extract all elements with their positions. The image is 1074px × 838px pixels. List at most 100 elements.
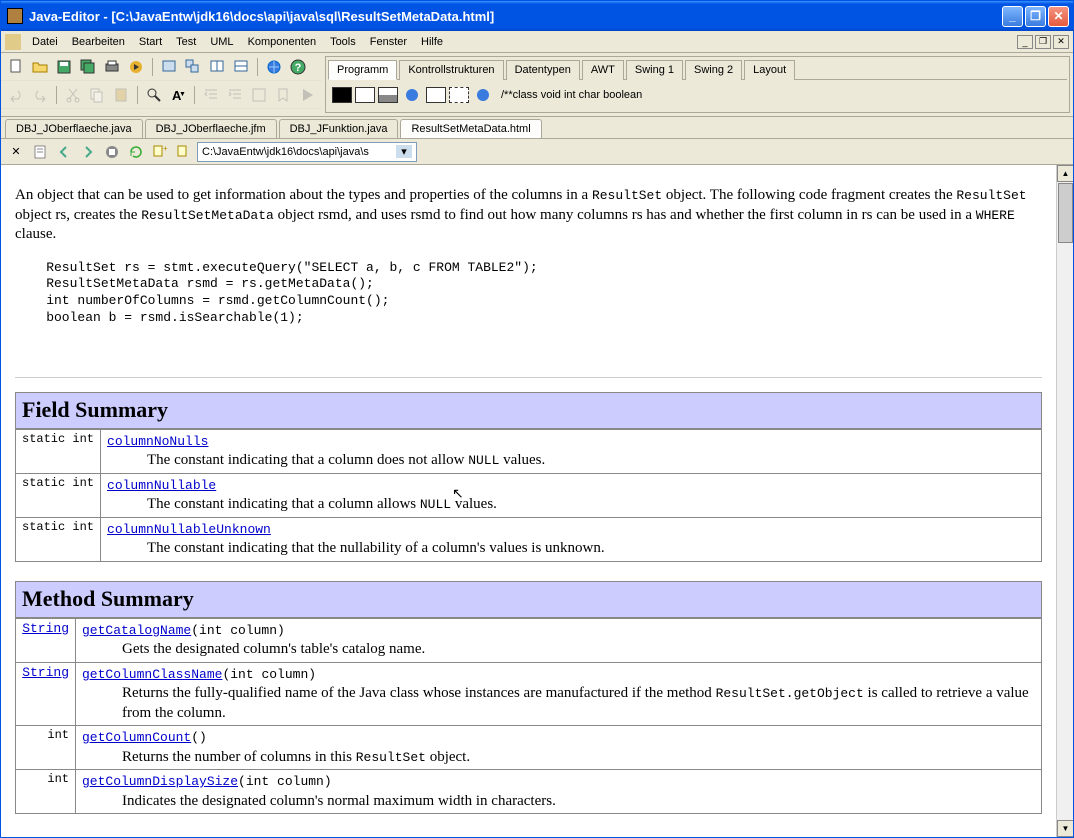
- component-toolbar: /**class void int char boolean: [328, 80, 1067, 110]
- table-row: String getCatalogName(int column) Gets t…: [16, 618, 1042, 662]
- menu-komponenten[interactable]: Komponenten: [241, 34, 324, 50]
- menu-fenster[interactable]: Fenster: [363, 34, 414, 50]
- tab-swing1[interactable]: Swing 1: [626, 60, 683, 80]
- window-icon-2[interactable]: [182, 56, 204, 78]
- table-row: static int columnNullable The constant i…: [16, 473, 1042, 517]
- window-title: Java-Editor - [C:\JavaEntw\jdk16\docs\ap…: [29, 9, 1002, 24]
- app-window: Java-Editor - [C:\JavaEntw\jdk16\docs\ap…: [0, 0, 1074, 838]
- close-tab-icon[interactable]: ✕: [5, 141, 27, 163]
- save-all-icon[interactable]: [77, 56, 99, 78]
- tab-kontrollstrukturen[interactable]: Kontrollstrukturen: [399, 60, 503, 80]
- link-getColumnCount[interactable]: getColumnCount: [82, 730, 191, 745]
- bookmark-add-icon[interactable]: +: [149, 141, 171, 163]
- comp-icon-5[interactable]: [449, 87, 469, 103]
- filetab-0[interactable]: DBJ_JOberflaeche.java: [5, 119, 143, 138]
- table-row: static int columnNoNulls The constant in…: [16, 429, 1042, 473]
- menu-bearbeiten[interactable]: Bearbeiten: [65, 34, 132, 50]
- method-summary-table: String getCatalogName(int column) Gets t…: [15, 618, 1042, 815]
- component-panel: Programm Kontrollstrukturen Datentypen A…: [325, 56, 1070, 113]
- link-columnNullableUnknown[interactable]: columnNullableUnknown: [107, 522, 271, 537]
- svg-text:+: +: [163, 144, 168, 153]
- svg-text:?: ?: [295, 62, 302, 74]
- table-row: int getColumnCount() Returns the number …: [16, 726, 1042, 770]
- page-icon[interactable]: [29, 141, 51, 163]
- link-getCatalogName[interactable]: getCatalogName: [82, 623, 191, 638]
- tab-programm[interactable]: Programm: [328, 60, 397, 80]
- stop-icon[interactable]: [101, 141, 123, 163]
- browser-icon[interactable]: [263, 56, 285, 78]
- menubar: Datei Bearbeiten Start Test UML Komponen…: [1, 31, 1073, 53]
- forward-icon[interactable]: [77, 141, 99, 163]
- mdi-restore[interactable]: ❐: [1035, 35, 1051, 49]
- file-tabs: DBJ_JOberflaeche.java DBJ_JOberflaeche.j…: [1, 117, 1073, 139]
- comp-icon-2[interactable]: [355, 87, 375, 103]
- mdi-close[interactable]: ✕: [1053, 35, 1069, 49]
- tab-layout[interactable]: Layout: [744, 60, 795, 80]
- table-row: static int columnNullableUnknown The con…: [16, 517, 1042, 561]
- comp-icon-3[interactable]: [378, 87, 398, 103]
- comp-globe-icon[interactable]: [401, 84, 423, 106]
- table-row: String getColumnClassName(int column) Re…: [16, 662, 1042, 726]
- mdi-minimize[interactable]: _: [1017, 35, 1033, 49]
- run-icon[interactable]: [125, 56, 147, 78]
- scroll-thumb[interactable]: [1058, 183, 1073, 243]
- window-icon-4[interactable]: [230, 56, 252, 78]
- help-icon[interactable]: ?: [287, 56, 309, 78]
- menu-datei[interactable]: Datei: [25, 34, 65, 50]
- new-file-icon[interactable]: [5, 56, 27, 78]
- font-icon[interactable]: A▼: [167, 84, 189, 106]
- intro-paragraph: An object that can be used to get inform…: [15, 186, 1042, 245]
- refresh-icon[interactable]: [125, 141, 147, 163]
- comp-icon-4[interactable]: [426, 87, 446, 103]
- menu-hilfe[interactable]: Hilfe: [414, 34, 450, 50]
- maximize-button[interactable]: ❐: [1025, 6, 1046, 27]
- format-icon: [248, 84, 270, 106]
- vertical-scrollbar[interactable]: ▲ ▼: [1056, 165, 1073, 837]
- divider: [15, 377, 1042, 378]
- comp-icon-1[interactable]: [332, 87, 352, 103]
- scroll-up-icon[interactable]: ▲: [1057, 165, 1073, 182]
- link-getColumnClassName[interactable]: getColumnClassName: [82, 667, 222, 682]
- filetab-2[interactable]: DBJ_JFunktion.java: [279, 119, 399, 138]
- window-icon-3[interactable]: [206, 56, 228, 78]
- menu-uml[interactable]: UML: [203, 34, 240, 50]
- close-button[interactable]: ✕: [1048, 6, 1069, 27]
- tab-swing2[interactable]: Swing 2: [685, 60, 742, 80]
- browser-toolbar: ✕ + C:\JavaEntw\jdk16\docs\api\java\s ▾: [1, 139, 1073, 165]
- link-getColumnDisplaySize[interactable]: getColumnDisplaySize: [82, 774, 238, 789]
- menu-start[interactable]: Start: [132, 34, 169, 50]
- address-text: C:\JavaEntw\jdk16\docs\api\java\s: [202, 146, 369, 158]
- copy-icon: [86, 84, 108, 106]
- link-ret-String[interactable]: String: [22, 621, 69, 636]
- comp-globe2-icon[interactable]: [472, 84, 494, 106]
- address-dropdown-icon[interactable]: ▾: [396, 145, 412, 158]
- menu-tools[interactable]: Tools: [323, 34, 363, 50]
- tab-awt[interactable]: AWT: [582, 60, 624, 80]
- filetab-3[interactable]: ResultSetMetaData.html: [400, 119, 541, 138]
- minimize-button[interactable]: _: [1002, 6, 1023, 27]
- link-ret-String[interactable]: String: [22, 665, 69, 680]
- window-icon-1[interactable]: [158, 56, 180, 78]
- link-columnNullable[interactable]: columnNullable: [107, 478, 216, 493]
- play-icon: [296, 84, 318, 106]
- open-file-icon[interactable]: [29, 56, 51, 78]
- print-icon[interactable]: [101, 56, 123, 78]
- menu-test[interactable]: Test: [169, 34, 203, 50]
- address-bar[interactable]: C:\JavaEntw\jdk16\docs\api\java\s ▾: [197, 142, 417, 162]
- toolbar-row-1: ?: [1, 53, 322, 81]
- filetab-1[interactable]: DBJ_JOberflaeche.jfm: [145, 119, 277, 138]
- tab-datentypen[interactable]: Datentypen: [506, 60, 580, 80]
- code-block: ResultSet rs = stmt.executeQuery("SELECT…: [15, 260, 1042, 328]
- indent-right-icon: [224, 84, 246, 106]
- document-viewport[interactable]: An object that can be used to get inform…: [1, 165, 1073, 837]
- bookmark-list-icon[interactable]: [173, 141, 195, 163]
- toolbar-area: ? A▼ Programm: [1, 53, 1073, 117]
- svg-text:▼: ▼: [179, 91, 186, 98]
- component-tabs: Programm Kontrollstrukturen Datentypen A…: [328, 59, 1067, 80]
- link-columnNoNulls[interactable]: columnNoNulls: [107, 434, 208, 449]
- toolbar-row-2: A▼: [1, 81, 322, 109]
- back-icon[interactable]: [53, 141, 75, 163]
- scroll-down-icon[interactable]: ▼: [1057, 820, 1073, 837]
- find-icon[interactable]: [143, 84, 165, 106]
- save-icon[interactable]: [53, 56, 75, 78]
